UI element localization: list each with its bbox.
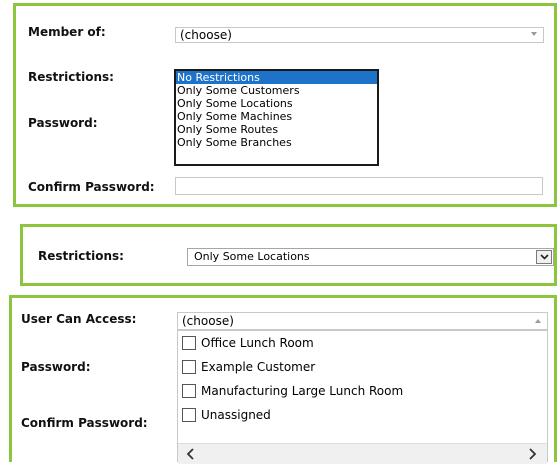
password-label: Password:: [21, 360, 91, 374]
restrictions-select-value: Only Some Locations: [194, 250, 310, 263]
restriction-option-routes[interactable]: Only Some Routes: [176, 123, 377, 136]
checkbox[interactable]: [182, 336, 196, 350]
checkbox[interactable]: [182, 408, 196, 422]
access-options-dropdown: Office Lunch Room Example Customer Manuf…: [177, 330, 548, 464]
restriction-option-no-restrictions[interactable]: No Restrictions: [176, 71, 377, 84]
access-option-row[interactable]: Unassigned: [182, 406, 271, 424]
restriction-option-locations[interactable]: Only Some Locations: [176, 97, 377, 110]
restriction-option-customers[interactable]: Only Some Customers: [176, 84, 377, 97]
confirm-password-label: Confirm Password:: [21, 416, 148, 430]
password-label: Password:: [28, 116, 98, 130]
restrictions-label: Restrictions:: [28, 70, 114, 84]
member-of-value: (choose): [180, 28, 232, 42]
access-option-label: Manufacturing Large Lunch Room: [201, 384, 404, 398]
access-option-label: Unassigned: [201, 408, 271, 422]
chevron-down-icon: [531, 32, 537, 36]
confirm-password-input[interactable]: [175, 177, 543, 195]
confirm-password-label: Confirm Password:: [28, 180, 155, 194]
horizontal-scrollbar[interactable]: [178, 443, 547, 464]
select-dropdown-button[interactable]: [536, 250, 552, 264]
user-can-access-label: User Can Access:: [21, 312, 137, 326]
chevron-right-icon[interactable]: [527, 448, 537, 460]
access-option-row[interactable]: Manufacturing Large Lunch Room: [182, 382, 403, 400]
user-access-panel: User Can Access: (choose) Password: Conf…: [9, 295, 557, 464]
user-can-access-value: (choose): [182, 314, 234, 328]
user-can-access-select[interactable]: (choose): [177, 312, 548, 330]
access-option-row[interactable]: Office Lunch Room: [182, 334, 314, 352]
access-option-label: Example Customer: [201, 360, 316, 374]
restrictions-select[interactable]: Only Some Locations: [187, 248, 554, 266]
chevron-down-icon: [540, 254, 549, 260]
chevron-up-icon: [535, 319, 541, 323]
access-option-label: Office Lunch Room: [201, 336, 314, 350]
member-of-label: Member of:: [28, 25, 106, 39]
member-of-select[interactable]: (choose): [175, 27, 544, 43]
checkbox[interactable]: [182, 360, 196, 374]
chevron-left-icon[interactable]: [186, 448, 196, 460]
restrictions-form-panel: Member of: (choose) Restrictions: Passwo…: [13, 3, 557, 207]
restriction-option-branches[interactable]: Only Some Branches: [176, 136, 377, 149]
restriction-option-machines[interactable]: Only Some Machines: [176, 110, 377, 123]
restrictions-listbox[interactable]: No Restrictions Only Some Customers Only…: [174, 69, 379, 166]
checkbox[interactable]: [182, 384, 196, 398]
restrictions-selected-panel: Restrictions: Only Some Locations: [20, 224, 557, 286]
restrictions-label: Restrictions:: [38, 249, 124, 263]
access-option-row[interactable]: Example Customer: [182, 358, 315, 376]
